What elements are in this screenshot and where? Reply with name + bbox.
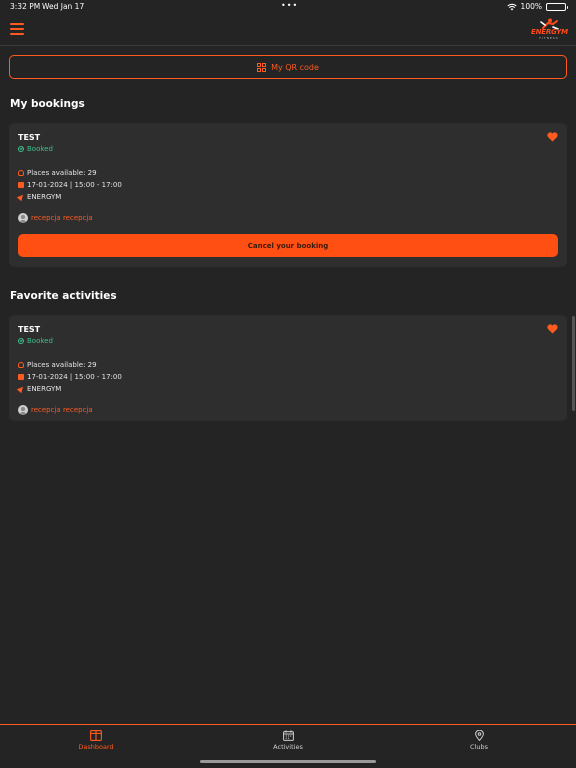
status-time: 3:32 PM bbox=[10, 2, 41, 11]
booking-status: Booked bbox=[18, 145, 53, 153]
status-date: Wed Jan 17 bbox=[42, 2, 85, 11]
calendar-icon bbox=[282, 730, 294, 741]
energym-logo: ENERGYM FITNESS bbox=[531, 18, 568, 42]
trainer[interactable]: recepcja recepcja bbox=[18, 213, 93, 223]
activity-club: ENERGYM bbox=[16, 384, 62, 394]
activity-club: ENERGYM bbox=[16, 192, 62, 202]
tab-dashboard[interactable]: Dashboard bbox=[56, 730, 136, 751]
my-qr-code-button[interactable]: My QR code bbox=[9, 55, 567, 79]
status-label: Booked bbox=[27, 145, 53, 153]
cancel-booking-button[interactable]: Cancel your booking bbox=[18, 234, 558, 257]
status-right: 100% bbox=[506, 2, 568, 11]
trainer-name: recepcja recepcja bbox=[31, 406, 93, 414]
avatar bbox=[18, 405, 28, 415]
tab-activities[interactable]: Activities bbox=[248, 730, 328, 751]
favorite-heart-icon[interactable] bbox=[547, 324, 558, 334]
trainer-name: recepcja recepcja bbox=[31, 214, 93, 222]
booking-card[interactable]: TEST Booked Places available: 29 17-01-2… bbox=[9, 123, 567, 267]
location-arrow-icon bbox=[16, 384, 26, 394]
favorite-activities-title: Favorite activities bbox=[10, 290, 117, 302]
tab-label: Dashboard bbox=[78, 743, 114, 751]
activity-datetime: 17-01-2024 | 15:00 - 17:00 bbox=[18, 181, 122, 189]
check-circle-icon bbox=[18, 146, 24, 152]
person-icon bbox=[18, 170, 24, 176]
app-header: ENERGYM FITNESS bbox=[0, 14, 576, 46]
battery-percent: 100% bbox=[520, 2, 542, 11]
activity-name: TEST bbox=[18, 325, 41, 334]
status-bar: 3:32 PM Wed Jan 17 ••• 100% bbox=[0, 0, 576, 14]
dashboard-icon bbox=[90, 730, 102, 741]
qr-button-label: My QR code bbox=[271, 62, 319, 72]
activity-datetime: 17-01-2024 | 15:00 - 17:00 bbox=[18, 373, 122, 381]
location-arrow-icon bbox=[16, 192, 26, 202]
home-indicator[interactable] bbox=[200, 760, 376, 763]
hamburger-menu-icon[interactable] bbox=[10, 23, 24, 35]
tab-label: Clubs bbox=[470, 743, 488, 751]
avatar bbox=[18, 213, 28, 223]
tab-clubs[interactable]: Clubs bbox=[439, 730, 519, 751]
scrollbar[interactable] bbox=[572, 316, 575, 411]
datetime-text: 17-01-2024 | 15:00 - 17:00 bbox=[27, 181, 122, 189]
club-text: ENERGYM bbox=[27, 385, 62, 393]
tab-label: Activities bbox=[273, 743, 303, 751]
favorite-heart-icon[interactable] bbox=[547, 132, 558, 142]
multitasking-dots-icon[interactable]: ••• bbox=[281, 1, 298, 10]
check-circle-icon bbox=[18, 338, 24, 344]
battery-icon bbox=[546, 2, 568, 11]
activity-name: TEST bbox=[18, 133, 41, 142]
status-label: Booked bbox=[27, 337, 53, 345]
my-bookings-title: My bookings bbox=[10, 98, 85, 110]
wifi-icon bbox=[506, 3, 517, 10]
places-text: Places available: 29 bbox=[27, 361, 97, 369]
places-available: Places available: 29 bbox=[18, 169, 97, 177]
map-pin-icon bbox=[474, 730, 484, 741]
club-text: ENERGYM bbox=[27, 193, 62, 201]
places-available: Places available: 29 bbox=[18, 361, 97, 369]
datetime-text: 17-01-2024 | 15:00 - 17:00 bbox=[27, 373, 122, 381]
calendar-icon bbox=[18, 374, 24, 380]
qr-code-icon bbox=[257, 62, 267, 72]
trainer[interactable]: recepcja recepcja bbox=[18, 405, 93, 415]
logo-text: ENERGYM bbox=[531, 28, 568, 36]
logo-subtext: FITNESS bbox=[539, 36, 559, 40]
places-text: Places available: 29 bbox=[27, 169, 97, 177]
calendar-icon bbox=[18, 182, 24, 188]
favorite-activity-card[interactable]: TEST Booked Places available: 29 17-01-2… bbox=[9, 315, 567, 421]
person-icon bbox=[18, 362, 24, 368]
booking-status: Booked bbox=[18, 337, 53, 345]
